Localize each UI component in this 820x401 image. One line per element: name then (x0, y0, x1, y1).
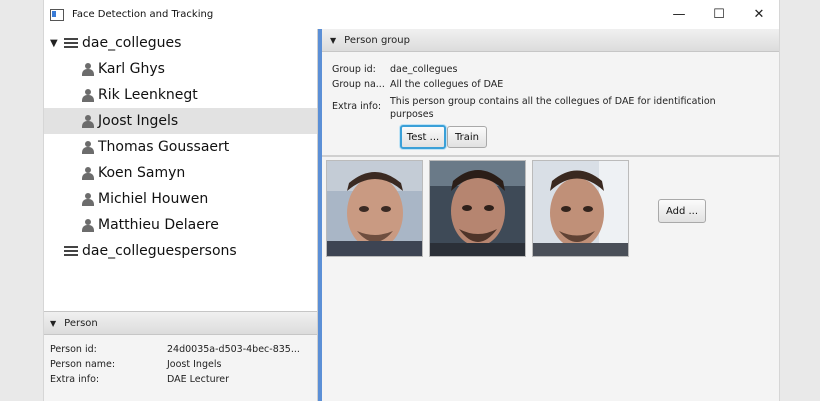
tree-person-label: Thomas Goussaert (98, 139, 230, 155)
group-extra-value: This person group contains all the colle… (390, 96, 716, 120)
test-button[interactable]: Test ... (400, 125, 446, 149)
tree-person-row-selected[interactable]: Joost Ingels (44, 108, 317, 134)
person-icon (82, 62, 94, 76)
tree-group-label: dae_colleguespersons (82, 243, 237, 259)
person-details-panel: ▼ Person Person id: 24d0035a-d503-4bec-83… (44, 311, 317, 401)
person-tree: ▼ dae_collegues Karl Ghys Rik Leenknegt … (44, 29, 317, 309)
app-icon (50, 8, 64, 21)
tree-person-label: Koen Samyn (98, 165, 186, 181)
person-icon (82, 218, 94, 232)
person-name-value: Joost Ingels (167, 359, 222, 370)
person-group-panel: ▼ Person group Group id: dae_collegues Gr… (322, 29, 779, 155)
group-name-label: Group na... (332, 79, 385, 90)
tree-person-label: Michiel Houwen (98, 191, 209, 207)
tree-person-row[interactable]: Koen Samyn (44, 160, 317, 186)
group-id-row: Group id: dae_collegues (332, 64, 457, 75)
left-pane: ▼ dae_collegues Karl Ghys Rik Leenknegt … (44, 29, 318, 401)
person-id-row: Person id: 24d0035a-d503-4bec-835... (50, 344, 300, 355)
group-extra-label: Extra info: (332, 101, 382, 112)
tree-person-label: Joost Ingels (98, 113, 179, 129)
face-thumbnail[interactable] (326, 160, 423, 257)
expanded-arrow-icon[interactable]: ▼ (50, 38, 60, 49)
train-button[interactable]: Train (447, 126, 487, 148)
tree-person-label: Karl Ghys (98, 61, 165, 77)
face-thumbnail[interactable] (532, 160, 629, 257)
person-extra-row: Extra info: DAE Lecturer (50, 374, 229, 385)
person-icon (82, 114, 94, 128)
group-id-label: Group id: (332, 64, 376, 75)
group-name-value: All the collegues of DAE (390, 79, 504, 90)
tree-person-label: Matthieu Delaere (98, 217, 219, 233)
tree-person-row[interactable]: Thomas Goussaert (44, 134, 317, 160)
close-icon[interactable]: ✕ (739, 0, 779, 29)
collapse-arrow-icon[interactable]: ▼ (50, 319, 56, 328)
add-face-button[interactable]: Add ... (658, 199, 706, 223)
group-name-row: Group na... All the collegues of DAE (332, 79, 503, 90)
app-window: Face Detection and Tracking — ☐ ✕ ▼ dae_… (43, 0, 780, 401)
group-panel-title: Person group (344, 34, 410, 46)
tree-person-label: Rik Leenknegt (98, 87, 198, 103)
maximize-icon[interactable]: ☐ (699, 0, 739, 29)
tree-person-row[interactable]: Matthieu Delaere (44, 212, 317, 238)
window-title: Face Detection and Tracking (72, 9, 214, 20)
person-id-label: Person id: (50, 344, 97, 355)
panel-divider (322, 155, 779, 157)
person-panel-header[interactable]: ▼ Person (44, 311, 317, 335)
list-icon (64, 37, 78, 49)
window-controls: — ☐ ✕ (659, 0, 779, 29)
person-id-value: 24d0035a-d503-4bec-835... (167, 344, 300, 355)
title-bar: Face Detection and Tracking — ☐ ✕ (44, 0, 779, 29)
list-icon (64, 245, 78, 257)
right-pane: ▼ Person group Group id: dae_collegues Gr… (322, 29, 779, 401)
tree-group-dae-colleguespersons[interactable]: dae_colleguespersons (44, 238, 317, 264)
person-extra-value: DAE Lecturer (167, 374, 230, 385)
tree-person-row[interactable]: Rik Leenknegt (44, 82, 317, 108)
person-icon (82, 140, 94, 154)
person-extra-label: Extra info: (50, 374, 100, 385)
person-icon (82, 192, 94, 206)
person-icon (82, 166, 94, 180)
group-panel-header[interactable]: ▼ Person group (322, 29, 779, 52)
tree-person-row[interactable]: Karl Ghys (44, 56, 317, 82)
person-panel-title: Person (64, 317, 98, 329)
tree-group-label: dae_collegues (82, 35, 182, 51)
person-name-row: Person name: Joost Ingels (50, 359, 221, 370)
group-extra-row: Extra info: This person group contains al… (332, 95, 750, 121)
person-icon (82, 88, 94, 102)
person-name-label: Person name: (50, 359, 116, 370)
minimize-icon[interactable]: — (659, 0, 699, 29)
collapse-arrow-icon[interactable]: ▼ (330, 36, 336, 45)
tree-person-row[interactable]: Michiel Houwen (44, 186, 317, 212)
tree-group-dae-collegues[interactable]: ▼ dae_collegues (44, 30, 317, 56)
face-thumbnail[interactable] (429, 160, 526, 257)
group-id-value: dae_collegues (390, 64, 458, 75)
